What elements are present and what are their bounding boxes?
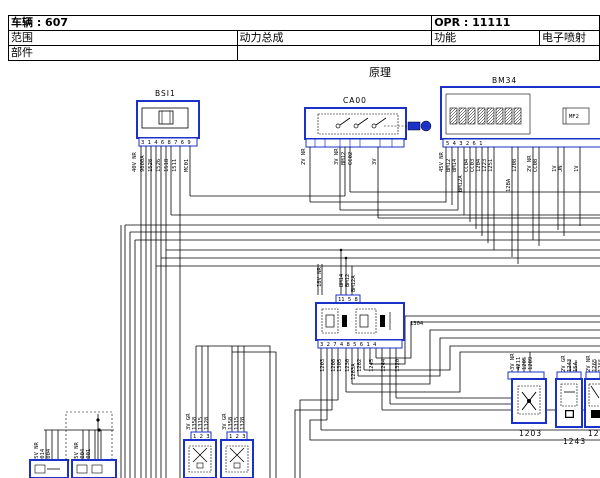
c1304-component[interactable]: 18V NR BM14 BM12 BM12A 11 5 8 1304 3 2 7… (315, 266, 424, 380)
wire-label: 18V NR (317, 266, 323, 287)
wire-label: 1245 (369, 359, 375, 372)
bsi1-pins: 3 1 4 6 8 7 6 9 (141, 140, 191, 146)
wire-label: 3V (372, 158, 378, 165)
fuse-box-2[interactable]: 85V NR 9004 9001 (65, 411, 117, 478)
wire-label: 15A (573, 361, 579, 372)
ca00-label: CA00 (343, 96, 367, 105)
wire-junctions (96, 248, 348, 432)
c12x-wire-labels: 2V NR 1265 1266 (586, 355, 600, 372)
c1243-component[interactable]: 2V GR 1243 15A 1243 (555, 355, 586, 446)
wire-label: MC01 (184, 159, 190, 172)
c1304-wire-labels: 18V NR BM14 BM12 BM12A (317, 266, 357, 292)
ca00-component[interactable]: CA00 (304, 96, 432, 148)
wire-label: 45V NR (439, 151, 445, 172)
bsi1-component[interactable]: BSI1 3 1 4 6 8 7 6 9 (136, 89, 200, 147)
ca00-wire-labels: 2V NR 3V NR BM12 CC02 3V (301, 148, 378, 165)
wire-label: BM12 (341, 152, 347, 165)
wire-label: 1305 (337, 359, 343, 372)
wire-label: CC02 (348, 152, 354, 165)
relay-coil-icon (342, 315, 347, 327)
bm34-wire-labels: 45V NR BM12 BM14 BM12A CC04 CC03 1204 12… (439, 151, 580, 192)
wire-label: 1328 (240, 417, 246, 430)
wire-label: 1251 (488, 159, 494, 172)
mf2-label: MF2 (569, 114, 579, 120)
c1243-label: 1243 (563, 437, 586, 446)
c1243-connector (556, 371, 582, 380)
wire-label: 1208 (512, 159, 518, 172)
bm34-pins: 5 4 3 2 6 1 (446, 141, 482, 147)
wire-label: CC08 (533, 159, 539, 172)
c12x-label: 12 (588, 429, 600, 438)
wire-label: 2V NR (301, 148, 307, 165)
c12x-component[interactable]: 2V NR 1265 1266 12 (584, 355, 600, 438)
c1203-component[interactable]: 3V NR 4211 1205 1209 1203 (507, 353, 547, 438)
wire-label: 1203 (320, 359, 326, 372)
lower-relay-2[interactable]: 3V GR 1358 1315 1328 1 2 3 (220, 413, 254, 478)
lower-relay-1[interactable]: 3V GR 1358 1315 1328 1 2 3 (183, 413, 217, 478)
wire-label: 40V NR (132, 151, 138, 172)
wire-label: 1320 (395, 359, 401, 372)
wire-label: BM12A (351, 275, 357, 292)
c1304-bottom-pins: 3 2 7 4 8 5 6 1 4 (320, 342, 377, 348)
c1203-connector (507, 371, 545, 380)
ca00-connector (305, 138, 405, 148)
wiring-diagram: BSI1 3 1 4 6 8 7 6 9 40V NR 9000A 1528 1… (29, 76, 600, 478)
wire-label: 1518 (164, 159, 170, 172)
wire-label: 3V NR (334, 148, 340, 165)
wire-label: 1511 (172, 159, 178, 172)
bsi1-label: BSI1 (155, 89, 176, 98)
fuse-box-1-labels: 85V NR 9014 9004 (34, 441, 52, 462)
c1203-wire-labels: 3V NR 4211 1205 1209 (510, 353, 534, 370)
wire-label: BM14 (452, 158, 458, 172)
wire-label: 1V (574, 165, 580, 172)
wire-label: 1244 (381, 358, 387, 372)
wire-label: 12BA (506, 178, 512, 192)
ignition-key-icon (407, 120, 432, 132)
wire-label: 1282 (357, 359, 363, 372)
bm34-component[interactable]: BM34 MF2 5 4 3 2 6 1 (440, 76, 600, 148)
c1243-wire-labels: 2V GR 1243 15A (561, 355, 579, 372)
lower-relay-1-labels: 3V GR 1358 1315 1328 (186, 413, 210, 430)
wire-label: BM12A (458, 175, 464, 192)
bm34-label: BM34 (492, 76, 517, 85)
wire-label: JN (558, 165, 564, 172)
bsi1-relay-icon (158, 110, 174, 125)
fuse-box-1[interactable]: 85V NR 9014 9004 (29, 441, 69, 478)
wire-label: 1209 (528, 357, 534, 370)
c1203-label: 1203 (519, 429, 542, 438)
c1304-label: 1304 (410, 321, 424, 327)
wire-label: 1328 (204, 417, 210, 430)
lower-relay-2-labels: 3V GR 1358 1315 1328 (222, 413, 246, 430)
